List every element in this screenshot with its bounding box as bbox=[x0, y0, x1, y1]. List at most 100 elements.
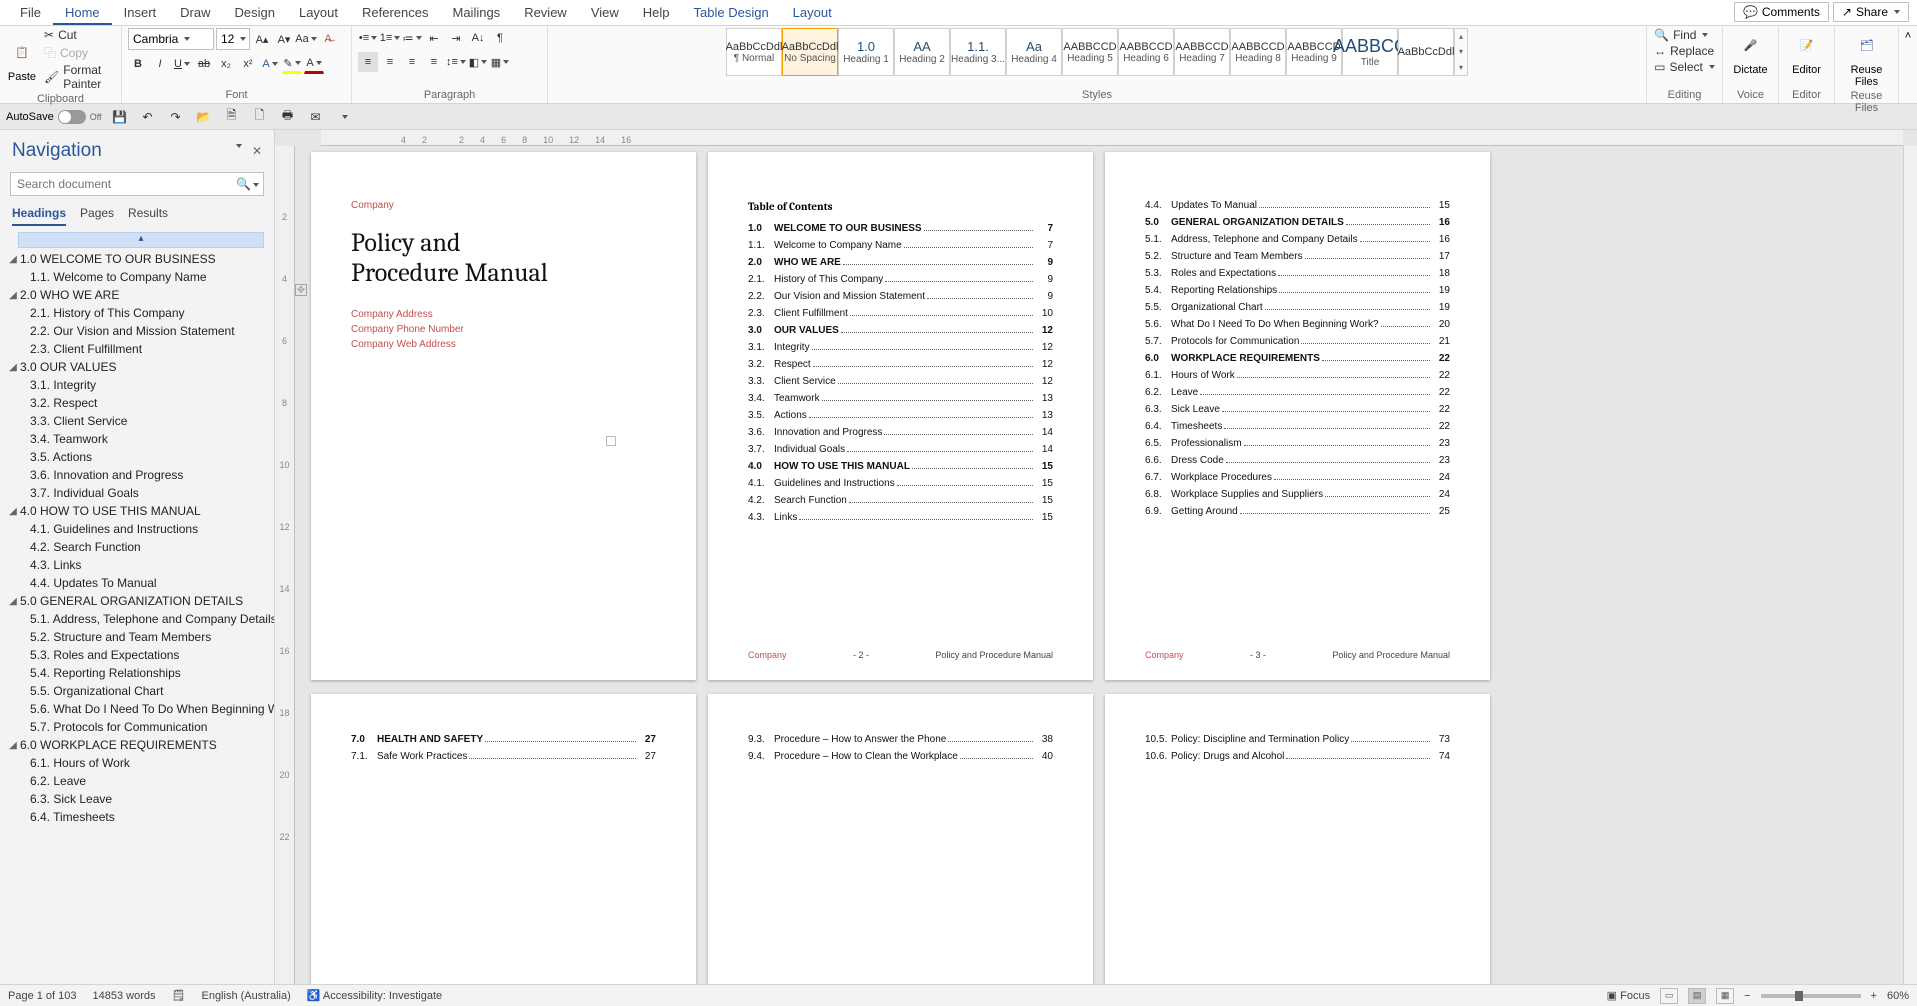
tab-home[interactable]: Home bbox=[53, 0, 112, 25]
page-6[interactable]: 10.5.Policy: Discipline and Termination … bbox=[1105, 694, 1490, 984]
shrink-font-icon[interactable]: A▾ bbox=[274, 29, 294, 49]
editor-button[interactable]: Editor bbox=[1792, 64, 1821, 76]
autosave-toggle[interactable]: AutoSave Off bbox=[6, 110, 102, 124]
zoom-level[interactable]: 60% bbox=[1887, 990, 1909, 1002]
shading-icon[interactable]: ◧ bbox=[468, 52, 488, 72]
save-icon[interactable]: 💾 bbox=[110, 107, 130, 127]
nav-heading-item[interactable]: 5.1. Address, Telephone and Company Deta… bbox=[2, 610, 270, 628]
table-move-handle-icon[interactable]: ✥ bbox=[295, 284, 307, 296]
zoom-in-icon[interactable]: + bbox=[1871, 990, 1877, 1002]
page-3[interactable]: 4.4.Updates To Manual155.0GENERAL ORGANI… bbox=[1105, 152, 1490, 680]
table-resize-handle-icon[interactable] bbox=[606, 436, 616, 446]
print-preview-icon[interactable]: 🗎 bbox=[222, 107, 242, 127]
nav-heading-item[interactable]: ◢2.0 WHO WE ARE bbox=[2, 286, 270, 304]
page-2[interactable]: Table of Contents 1.0WELCOME TO OUR BUSI… bbox=[708, 152, 1093, 680]
align-center-icon[interactable]: ≡ bbox=[380, 52, 400, 72]
quick-print-icon[interactable]: 🖶 bbox=[278, 107, 298, 127]
page-4[interactable]: 7.0HEALTH AND SAFETY277.1.Safe Work Prac… bbox=[311, 694, 696, 984]
nav-heading-item[interactable]: ◢5.0 GENERAL ORGANIZATION DETAILS bbox=[2, 592, 270, 610]
zoom-slider[interactable] bbox=[1761, 994, 1861, 998]
superscript-icon[interactable]: x² bbox=[238, 54, 258, 74]
nav-heading-item[interactable]: 4.2. Search Function bbox=[2, 538, 270, 556]
style-tile[interactable]: AaBbCcDdl bbox=[1398, 28, 1454, 76]
tab-help[interactable]: Help bbox=[631, 0, 682, 25]
caret-icon[interactable]: ◢ bbox=[6, 290, 20, 301]
nav-tab-pages[interactable]: Pages bbox=[80, 206, 114, 226]
align-left-icon[interactable]: ≡ bbox=[358, 52, 378, 72]
copy-button[interactable]: ⿻Copy bbox=[44, 44, 88, 61]
nav-heading-item[interactable]: 3.3. Client Service bbox=[2, 412, 270, 430]
nav-heading-item[interactable]: 2.3. Client Fulfillment bbox=[2, 340, 270, 358]
nav-heading-item[interactable]: 6.1. Hours of Work bbox=[2, 754, 270, 772]
nav-heading-item[interactable]: 2.1. History of This Company bbox=[2, 304, 270, 322]
nav-heading-item[interactable]: 5.6. What Do I Need To Do When Beginning… bbox=[2, 700, 270, 718]
status-page[interactable]: Page 1 of 103 bbox=[8, 990, 77, 1002]
show-marks-icon[interactable]: ¶ bbox=[490, 28, 510, 48]
caret-icon[interactable]: ◢ bbox=[6, 506, 20, 517]
collapse-ribbon-icon[interactable]: ˄ bbox=[1899, 26, 1917, 103]
tab-layout[interactable]: Layout bbox=[287, 0, 350, 25]
tab-table-design[interactable]: Table Design bbox=[682, 0, 781, 25]
numbering-icon[interactable]: 1≡ bbox=[380, 28, 400, 48]
reuse-button[interactable]: ReuseFiles bbox=[1851, 64, 1883, 88]
page-5[interactable]: 9.3.Procedure – How to Answer the Phone3… bbox=[708, 694, 1093, 984]
page-1[interactable]: ✥ Company Policy andProcedure Manual Com… bbox=[311, 152, 696, 680]
caret-icon[interactable]: ◢ bbox=[6, 254, 20, 265]
nav-tab-headings[interactable]: Headings bbox=[12, 206, 66, 226]
search-field[interactable] bbox=[11, 177, 232, 191]
nav-options-icon[interactable] bbox=[236, 144, 242, 148]
italic-icon[interactable]: I bbox=[150, 54, 170, 74]
nav-heading-item[interactable]: 5.7. Protocols for Communication bbox=[2, 718, 270, 736]
zoom-out-icon[interactable]: − bbox=[1744, 990, 1750, 1002]
styles-more-icon[interactable]: ▴▾▾ bbox=[1454, 28, 1468, 76]
email-icon[interactable]: ✉ bbox=[306, 107, 326, 127]
horizontal-ruler[interactable]: 42246810121416 bbox=[321, 130, 1903, 146]
grow-font-icon[interactable]: A▴ bbox=[252, 29, 272, 49]
bold-icon[interactable]: B bbox=[128, 54, 148, 74]
tab-review[interactable]: Review bbox=[512, 0, 579, 25]
print-layout-icon[interactable]: ▤ bbox=[1688, 988, 1706, 1004]
replace-button[interactable]: ↔Replace bbox=[1654, 44, 1714, 58]
undo-icon[interactable]: ↶ bbox=[138, 107, 158, 127]
caret-icon[interactable]: ◢ bbox=[6, 596, 20, 607]
tab-design[interactable]: Design bbox=[223, 0, 287, 25]
style-tile[interactable]: 1.0Heading 1 bbox=[838, 28, 894, 76]
close-icon[interactable]: ✕ bbox=[252, 144, 262, 158]
increase-indent-icon[interactable]: ⇥ bbox=[446, 28, 466, 48]
line-spacing-icon[interactable]: ↕≡ bbox=[446, 52, 466, 72]
select-button[interactable]: ▭Select bbox=[1654, 60, 1715, 74]
underline-icon[interactable]: U bbox=[172, 54, 192, 74]
customize-qat-icon[interactable] bbox=[334, 107, 354, 127]
nav-heading-item[interactable]: 3.7. Individual Goals bbox=[2, 484, 270, 502]
accessibility-icon[interactable]: ♿ Accessibility: Investigate bbox=[307, 989, 442, 1002]
new-icon[interactable]: 🗋 bbox=[250, 107, 270, 127]
reuse-icon[interactable]: 🗂 bbox=[1847, 28, 1887, 62]
vertical-scrollbar[interactable] bbox=[1903, 146, 1917, 984]
style-tile[interactable]: AABBCCDHeading 6 bbox=[1118, 28, 1174, 76]
style-tile[interactable]: AaHeading 4 bbox=[1006, 28, 1062, 76]
status-language[interactable]: English (Australia) bbox=[201, 990, 290, 1002]
nav-heading-item[interactable]: 3.1. Integrity bbox=[2, 376, 270, 394]
nav-heading-item[interactable]: 5.3. Roles and Expectations bbox=[2, 646, 270, 664]
comments-button[interactable]: 💬Comments bbox=[1734, 2, 1829, 22]
style-tile[interactable]: AABBCCDHeading 7 bbox=[1174, 28, 1230, 76]
open-icon[interactable]: 📂 bbox=[194, 107, 214, 127]
font-color-icon[interactable]: A bbox=[304, 54, 324, 74]
font-family-selector[interactable]: Cambria bbox=[128, 28, 214, 50]
multilevel-icon[interactable]: ≔ bbox=[402, 28, 422, 48]
nav-selected-indicator[interactable]: ▴ bbox=[18, 232, 264, 248]
nav-heading-item[interactable]: ◢3.0 OUR VALUES bbox=[2, 358, 270, 376]
status-spell-icon[interactable]: 🗒 bbox=[172, 989, 186, 1002]
cut-button[interactable]: ✂Cut bbox=[44, 28, 77, 42]
tab-insert[interactable]: Insert bbox=[112, 0, 169, 25]
tab-draw[interactable]: Draw bbox=[168, 0, 222, 25]
tab-layout[interactable]: Layout bbox=[781, 0, 844, 25]
tab-view[interactable]: View bbox=[579, 0, 631, 25]
nav-heading-item[interactable]: 3.5. Actions bbox=[2, 448, 270, 466]
caret-icon[interactable]: ◢ bbox=[6, 740, 20, 751]
nav-heading-item[interactable]: 5.5. Organizational Chart bbox=[2, 682, 270, 700]
web-layout-icon[interactable]: ▦ bbox=[1716, 988, 1734, 1004]
vertical-ruler[interactable]: 246810121416182022 bbox=[275, 146, 295, 984]
tab-mailings[interactable]: Mailings bbox=[441, 0, 513, 25]
highlight-icon[interactable]: ✎ bbox=[282, 54, 302, 74]
